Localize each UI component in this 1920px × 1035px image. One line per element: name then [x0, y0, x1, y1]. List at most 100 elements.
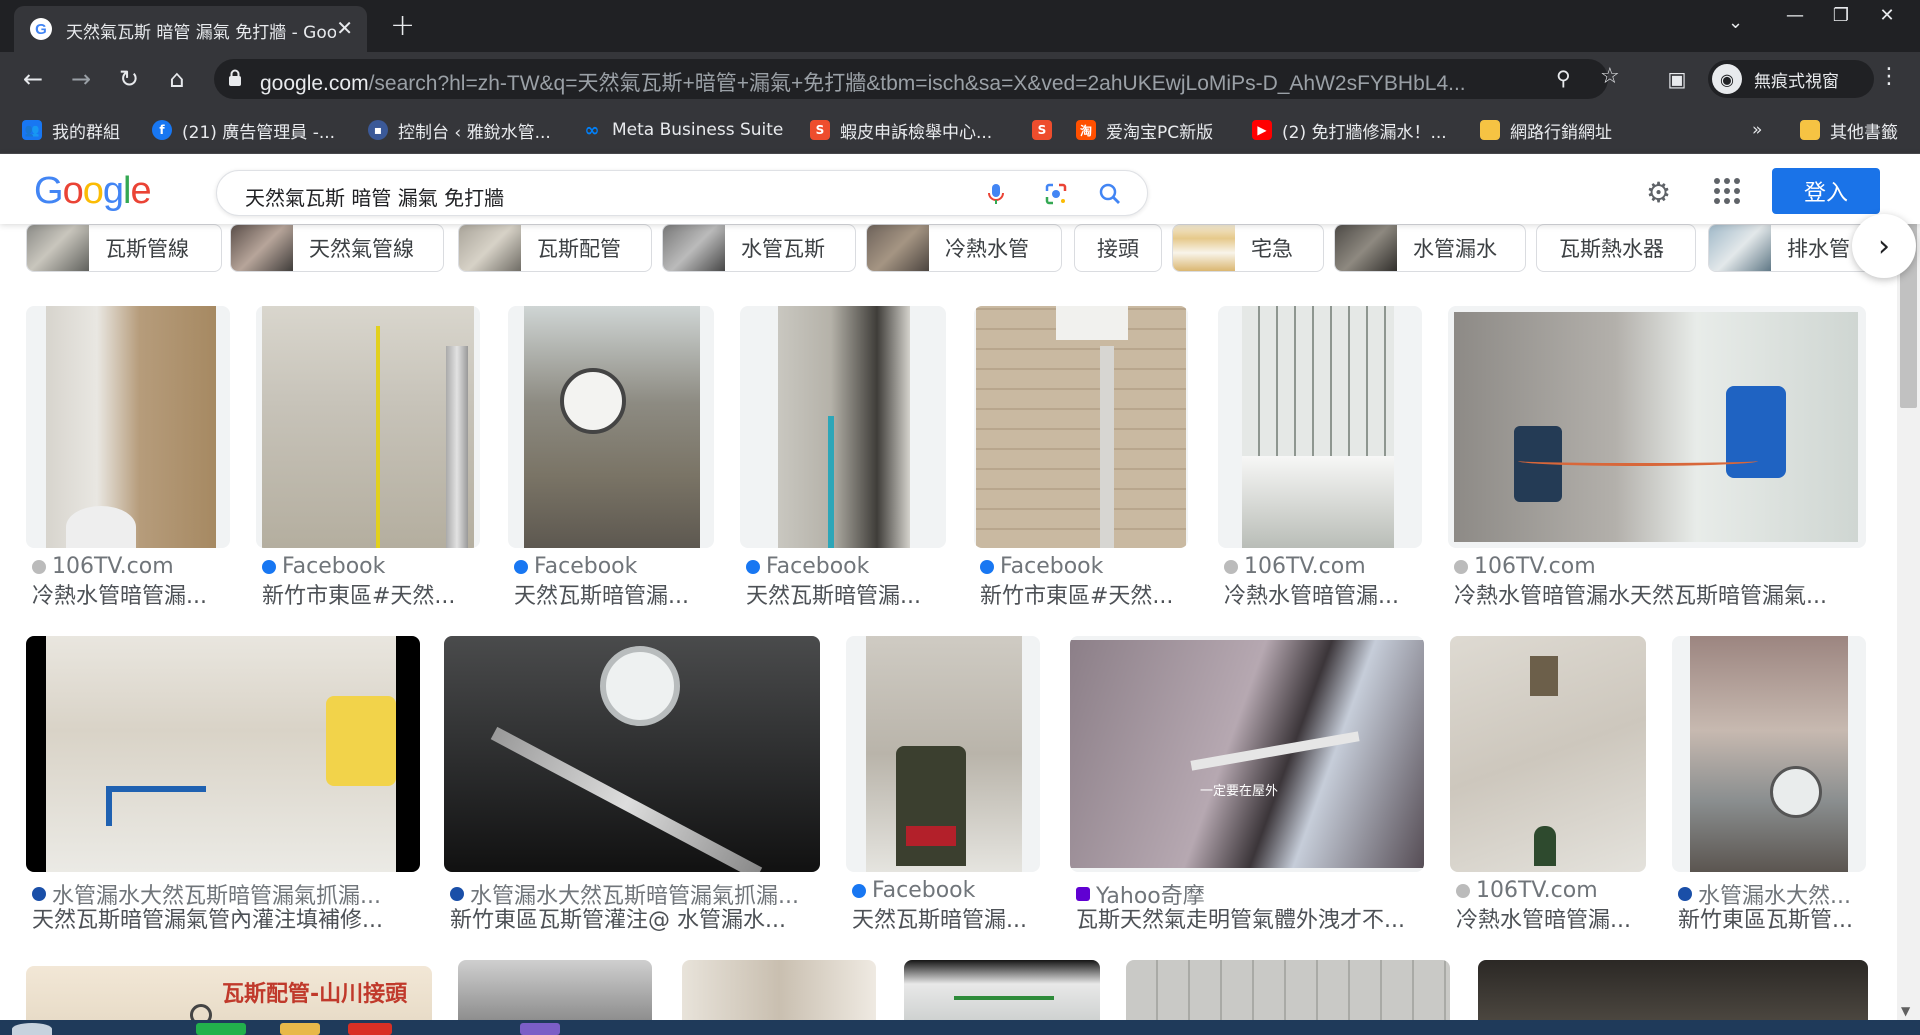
image-result[interactable]: 106TV.com 冷熱水管暗管漏水天然瓦斯暗管漏氣... — [1448, 306, 1866, 609]
taskbar-app-icon[interactable] — [280, 1023, 320, 1035]
chip[interactable]: 瓦斯管線 — [26, 224, 222, 272]
browser-tab[interactable]: G 天然氣瓦斯 暗管 漏氣 免打牆 - Google 搜尋 ✕ — [14, 6, 367, 52]
close-tab-icon[interactable]: ✕ — [336, 16, 353, 40]
image-result[interactable]: Facebook 天然瓦斯暗管漏... — [740, 306, 946, 609]
tab-search-icon[interactable]: ⌄ — [1728, 12, 1743, 33]
result-title[interactable]: 天然瓦斯暗管漏... — [746, 578, 946, 610]
result-title[interactable]: 新竹東區瓦斯管灌注@ 水管漏水... — [450, 902, 820, 934]
new-tab-icon[interactable]: + — [390, 8, 415, 43]
lens-camera-icon[interactable] — [1043, 181, 1069, 207]
bookmark-item[interactable]: ▶ (2) 免打牆修漏水！... — [1252, 116, 1447, 144]
result-source[interactable]: 106TV.com — [1224, 554, 1422, 579]
bookmark-item[interactable]: S — [1032, 116, 1062, 144]
result-source[interactable]: Facebook — [262, 554, 480, 579]
image-result[interactable] — [1126, 960, 1450, 1020]
image-result[interactable] — [682, 960, 876, 1020]
result-image[interactable]: 一定要在屋外 — [1070, 636, 1424, 872]
bookmark-star-icon[interactable]: ☆ — [1600, 64, 1620, 89]
image-result[interactable]: 瓦斯配管-山川接頭 — [26, 966, 432, 1020]
result-title[interactable]: 冷熱水管暗管漏... — [1224, 578, 1422, 610]
image-result[interactable]: 一定要在屋外 Yahoo奇摩 瓦斯天然氣走明管氣體外洩才不... — [1070, 636, 1424, 936]
result-title[interactable]: 新竹市東區#天然... — [262, 578, 480, 610]
image-result[interactable]: Facebook 新竹市東區#天然... — [256, 306, 480, 609]
image-result[interactable]: Facebook 新竹市東區#天然... — [974, 306, 1188, 609]
taskbar-app-icon[interactable] — [196, 1023, 246, 1035]
result-image[interactable] — [974, 306, 1188, 548]
result-title[interactable]: 瓦斯天然氣走明管氣體外洩才不... — [1076, 902, 1426, 934]
result-image[interactable] — [256, 306, 480, 548]
chip[interactable]: 排水管 — [1708, 224, 1870, 272]
address-bar[interactable]: google.com/search?hl=zh-TW&q=天然氣瓦斯+暗管+漏氣… — [214, 59, 1620, 99]
settings-gear-icon[interactable]: ⚙ — [1646, 176, 1671, 209]
image-result[interactable]: 106TV.com 冷熱水管暗管漏... — [26, 306, 230, 609]
result-image[interactable] — [458, 960, 652, 1020]
chip[interactable]: 瓦斯配管 — [458, 224, 652, 272]
result-image[interactable] — [1218, 306, 1422, 548]
sign-in-button[interactable]: 登入 — [1772, 168, 1880, 214]
result-source[interactable]: Facebook — [746, 554, 946, 579]
result-image[interactable] — [846, 636, 1040, 872]
image-result[interactable]: 水管漏水大然... 新竹東區瓦斯管... — [1672, 636, 1866, 936]
result-title[interactable]: 冷熱水管暗管漏水天然瓦斯暗管漏氣... — [1454, 578, 1864, 610]
chip[interactable]: 瓦斯熱水器 — [1536, 224, 1696, 272]
chip[interactable]: 水管漏水 — [1334, 224, 1526, 272]
result-source[interactable]: Facebook — [980, 554, 1188, 579]
image-result[interactable]: 106TV.com 冷熱水管暗管漏... — [1218, 306, 1422, 609]
result-image[interactable] — [26, 636, 420, 872]
result-image[interactable] — [1126, 960, 1450, 1020]
result-image[interactable]: 瓦斯配管-山川接頭 — [26, 966, 432, 1020]
back-icon[interactable]: ← — [16, 62, 50, 96]
image-result[interactable]: Facebook 天然瓦斯暗管漏... — [508, 306, 714, 609]
image-result[interactable]: 水管漏水大然瓦斯暗管漏氣抓漏... 新竹東區瓦斯管灌注@ 水管漏水... — [444, 636, 820, 936]
restore-icon[interactable]: ❐ — [1818, 0, 1864, 30]
chip[interactable]: 水管瓦斯 — [662, 224, 856, 272]
result-title[interactable]: 天然瓦斯暗管漏... — [852, 902, 1042, 934]
result-image[interactable] — [904, 960, 1100, 1020]
result-image[interactable] — [444, 636, 820, 872]
result-title[interactable]: 天然瓦斯暗管漏氣管內灌注填補修... — [32, 902, 422, 934]
google-logo[interactable]: Google — [34, 170, 152, 213]
microphone-icon[interactable] — [983, 181, 1009, 207]
google-apps-icon[interactable] — [1714, 178, 1740, 204]
result-image[interactable] — [508, 306, 714, 548]
forward-icon[interactable]: → — [64, 62, 98, 96]
result-title[interactable]: 冷熱水管暗管漏... — [32, 578, 230, 610]
result-source[interactable]: 106TV.com — [1456, 878, 1648, 903]
search-icon[interactable] — [1097, 181, 1123, 207]
result-image[interactable] — [682, 960, 876, 1020]
browser-menu-icon[interactable]: ⋮ — [1878, 64, 1900, 89]
result-source[interactable]: Facebook — [514, 554, 714, 579]
taskbar-app-icon[interactable] — [348, 1023, 392, 1035]
result-image[interactable] — [1448, 306, 1866, 548]
minimize-icon[interactable]: — — [1772, 0, 1818, 30]
bookmark-item[interactable]: S 蝦皮申訴檢舉中心... — [810, 116, 992, 144]
result-image[interactable] — [26, 306, 230, 548]
image-result[interactable]: Facebook 天然瓦斯暗管漏... — [846, 636, 1040, 936]
bookmarks-overflow-button[interactable]: » — [1752, 116, 1762, 144]
bookmark-item[interactable]: f (21) 廣告管理員 -... — [152, 116, 335, 144]
bookmark-item[interactable]: 淘爱淘宝PC新版 — [1076, 116, 1213, 144]
other-bookmarks-folder[interactable]: 其他書籤 — [1800, 116, 1898, 144]
result-title[interactable]: 冷熱水管暗管漏... — [1456, 902, 1648, 934]
chip[interactable]: 冷熱水管 — [866, 224, 1062, 272]
result-image[interactable] — [1450, 636, 1646, 872]
result-image[interactable] — [740, 306, 946, 548]
scroll-down-arrow-icon[interactable]: ▼ — [1901, 1004, 1910, 1018]
reload-icon[interactable]: ↻ — [112, 62, 146, 96]
search-input[interactable]: 天然氣瓦斯 暗管 漏氣 免打牆 — [216, 170, 1148, 216]
start-button-icon[interactable] — [12, 1023, 52, 1035]
chips-next-arrow-icon[interactable]: › — [1852, 214, 1916, 278]
home-icon[interactable]: ⌂ — [160, 62, 194, 96]
result-source[interactable]: Facebook — [852, 878, 1042, 903]
chip[interactable]: 宅急 — [1172, 224, 1324, 272]
image-result[interactable] — [458, 960, 652, 1020]
image-result[interactable] — [1478, 960, 1868, 1020]
bookmark-item[interactable]: ∞ Meta Business Suite — [582, 116, 784, 144]
image-result[interactable]: 106TV.com 冷熱水管暗管漏... — [1450, 636, 1646, 936]
chip[interactable]: 天然氣管線 — [230, 224, 444, 272]
image-result[interactable]: 水管漏水大然瓦斯暗管漏氣抓漏... 天然瓦斯暗管漏氣管內灌注填補修... — [26, 636, 420, 936]
bookmark-item[interactable]: 👥 我的群組 — [22, 116, 120, 144]
incognito-profile-button[interactable]: ◉ 無痕式視窗 — [1708, 60, 1874, 98]
zoom-icon[interactable]: ⚲ — [1556, 66, 1571, 90]
result-title[interactable]: 天然瓦斯暗管漏... — [514, 578, 714, 610]
